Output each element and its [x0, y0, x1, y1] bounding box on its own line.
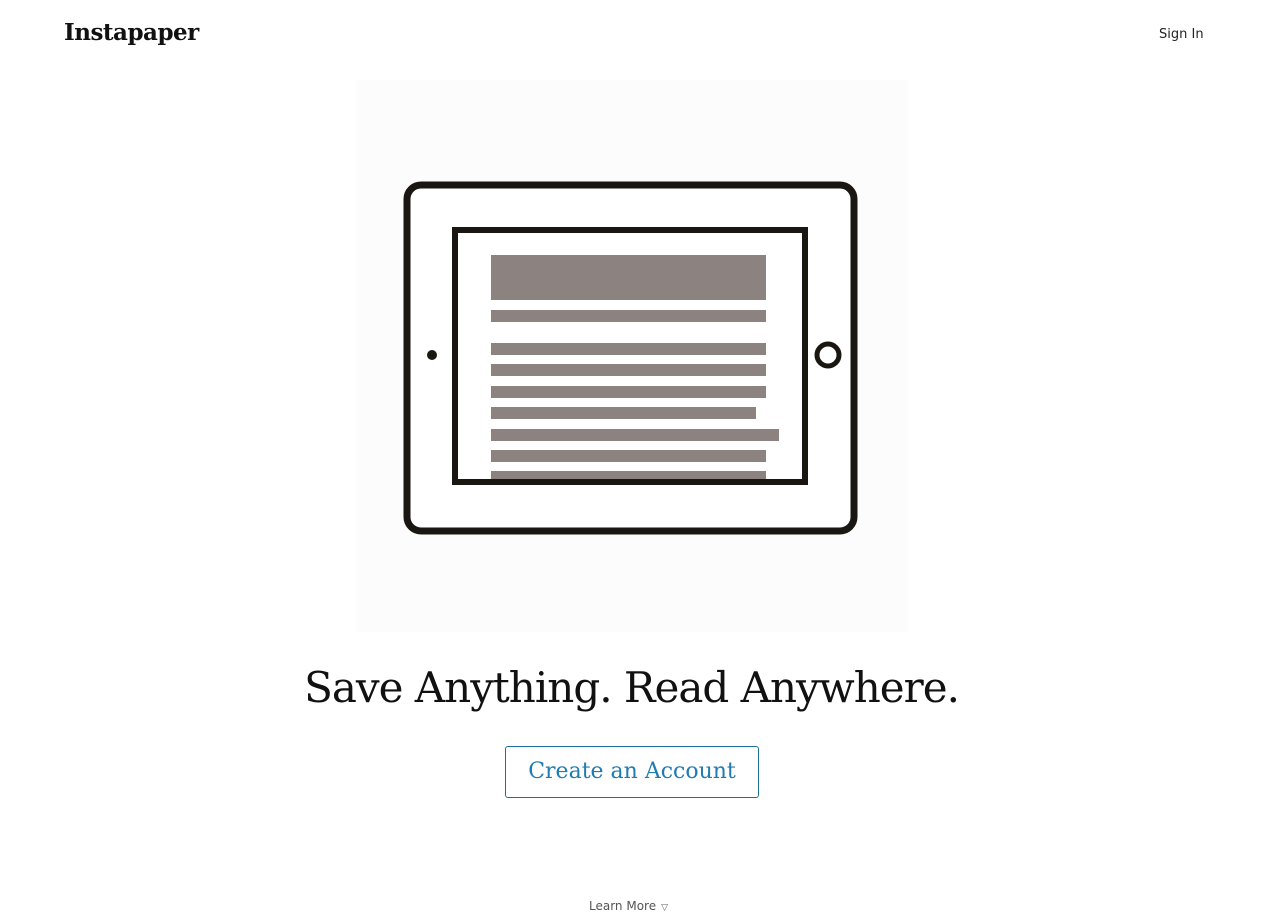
article-title-bar	[491, 255, 766, 300]
article-line	[491, 471, 766, 479]
learn-more-label: Learn More	[589, 899, 657, 913]
learn-more-link[interactable]: Learn More ▽	[589, 898, 668, 916]
triangle-down-icon: ▽	[661, 903, 669, 913]
tablet-home-button	[814, 341, 842, 369]
tablet-reading-illustration	[356, 80, 908, 632]
article-line	[491, 407, 756, 419]
tablet-reading-icon	[403, 181, 858, 535]
create-account-button[interactable]: Create an Account	[505, 746, 759, 798]
headline: Save Anything. Read Anywhere.	[304, 663, 960, 712]
article-line	[491, 450, 766, 462]
article-line	[491, 386, 766, 398]
article-line	[491, 429, 779, 441]
article-line	[491, 343, 766, 355]
sign-in-link[interactable]: Sign In	[1159, 26, 1204, 44]
tablet-camera	[427, 350, 437, 360]
article-line	[491, 364, 766, 376]
article-line	[491, 310, 766, 322]
site-header: Instapaper Sign In	[0, 0, 1263, 70]
logo[interactable]: Instapaper	[64, 18, 199, 48]
